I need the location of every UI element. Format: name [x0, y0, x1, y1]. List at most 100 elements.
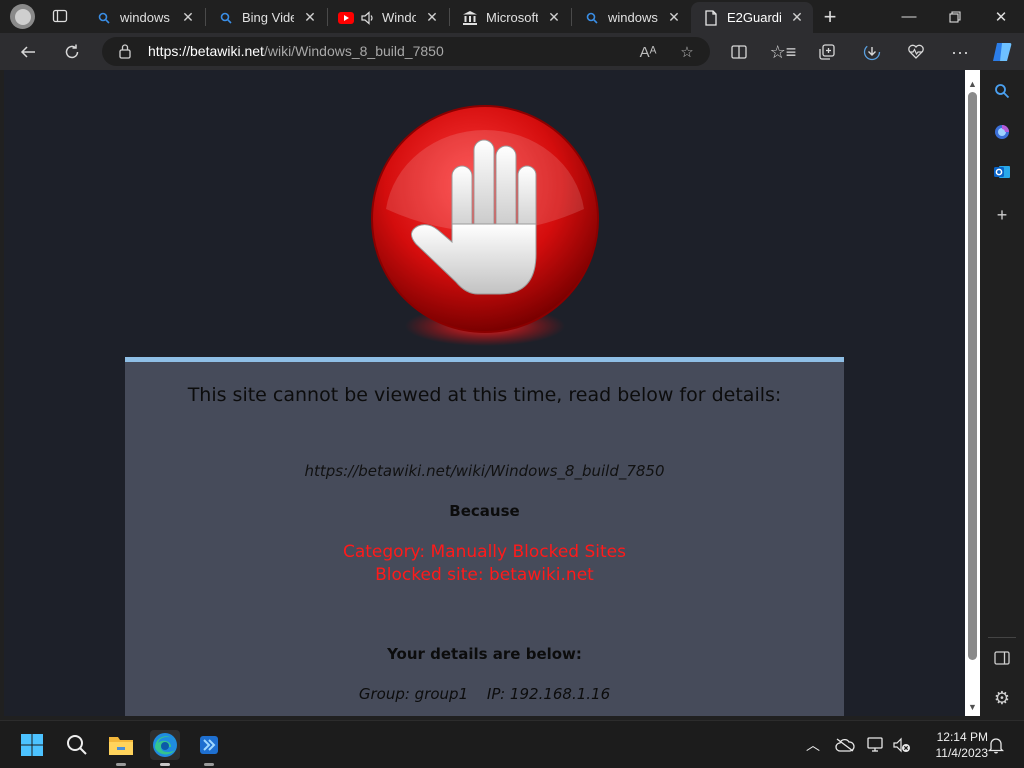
- windows-taskbar: ︿ 12:14 PM 11/4/2023: [0, 720, 1024, 768]
- tab-actions-button[interactable]: [46, 5, 74, 27]
- taskbar-search-button[interactable]: [62, 730, 92, 760]
- back-button[interactable]: [14, 38, 42, 66]
- sidebar-settings-button[interactable]: ⚙: [990, 686, 1014, 710]
- address-bar[interactable]: https://betawiki.net/wiki/Windows_8_buil…: [102, 37, 710, 66]
- split-screen-button[interactable]: [725, 38, 753, 66]
- tab-title: windows 8: [608, 10, 658, 25]
- favorite-star-icon[interactable]: ☆: [677, 42, 697, 62]
- favorites-icon: ☆≡: [769, 41, 797, 62]
- sidebar-copilot-button[interactable]: [990, 120, 1014, 144]
- settings-more-button[interactable]: ···: [946, 38, 974, 66]
- heartbeat-icon: [908, 44, 924, 59]
- close-icon: ✕: [994, 8, 1008, 26]
- more-dots-icon: ···: [951, 41, 969, 62]
- scroll-up-icon[interactable]: ▲: [967, 78, 978, 90]
- start-button[interactable]: [17, 730, 47, 760]
- notifications-button[interactable]: [986, 735, 1006, 755]
- tab-4[interactable]: Microsoft ✕: [450, 2, 570, 33]
- refresh-button[interactable]: [58, 38, 86, 66]
- tab-5[interactable]: windows 8 ✕: [572, 2, 690, 33]
- sidebar-outlook-button[interactable]: [990, 160, 1014, 184]
- scroll-down-icon[interactable]: ▼: [967, 701, 978, 713]
- tab-actions-icon: [52, 9, 68, 23]
- edge-icon: [153, 733, 177, 757]
- tab-title: windows 8: [120, 10, 172, 25]
- collections-button[interactable]: [813, 38, 841, 66]
- lock-icon[interactable]: [118, 43, 132, 64]
- minimize-button[interactable]: —: [886, 0, 932, 33]
- close-tab-icon[interactable]: ✕: [666, 9, 682, 26]
- details-group: Group: group1: [358, 685, 469, 703]
- tab-title: Bing Video: [242, 10, 294, 25]
- close-tab-icon[interactable]: ✕: [546, 9, 562, 26]
- user-details: Group: group1 IP: 192.168.1.16: [125, 685, 844, 703]
- page-scrollbar[interactable]: ▲ ▼: [965, 70, 980, 716]
- close-tab-icon[interactable]: ✕: [424, 9, 440, 26]
- new-tab-button[interactable]: +: [818, 4, 842, 29]
- close-tab-icon[interactable]: ✕: [302, 9, 318, 26]
- show-hidden-icons-button[interactable]: ︿: [803, 735, 823, 755]
- blocked-url: https://betawiki.net/wiki/Windows_8_buil…: [304, 462, 665, 480]
- plus-icon: +: [823, 4, 837, 29]
- read-aloud-icon[interactable]: Aᴬ: [638, 42, 658, 62]
- stop-hand-icon: [371, 105, 599, 346]
- bell-icon: [988, 738, 1004, 754]
- tab-2[interactable]: Bing Video ✕: [206, 2, 326, 33]
- block-notice-panel: This site cannot be viewed at this time,…: [125, 357, 844, 716]
- collections-icon: [819, 44, 835, 60]
- taskbar-edge[interactable]: [150, 730, 180, 766]
- split-screen-icon: [731, 45, 747, 59]
- volume-tray[interactable]: [892, 735, 912, 755]
- download-icon: [863, 43, 881, 61]
- bing-search-icon: [218, 10, 234, 26]
- volume-muted-icon: [893, 737, 910, 753]
- browser-toolbar: https://betawiki.net/wiki/Windows_8_buil…: [0, 33, 1024, 70]
- cloud-offline-icon: [835, 738, 855, 752]
- sidebar-toggle-icon: [994, 651, 1010, 665]
- sidebar-add-button[interactable]: +: [990, 203, 1014, 227]
- because-label: Because: [449, 502, 520, 520]
- close-window-button[interactable]: ✕: [978, 0, 1024, 33]
- browser-essentials-button[interactable]: [902, 38, 930, 66]
- tab-title: E2Guardia: [727, 10, 781, 25]
- taskbar-app[interactable]: [194, 730, 224, 766]
- refresh-icon: [65, 44, 79, 59]
- copilot-button[interactable]: [988, 38, 1016, 66]
- youtube-icon: [338, 10, 354, 26]
- edge-sidebar: + ⚙: [980, 70, 1024, 716]
- tab-title: Windo: [382, 10, 416, 25]
- sidebar-search-button[interactable]: [990, 79, 1014, 103]
- taskbar-clock[interactable]: 12:14 PM 11/4/2023: [918, 729, 989, 761]
- onedrive-tray[interactable]: [835, 735, 855, 755]
- scrollbar-thumb[interactable]: [968, 92, 977, 660]
- audio-playing-icon[interactable]: [360, 10, 376, 26]
- clock-time: 12:14 PM: [936, 730, 988, 744]
- blocked-site: Blocked site: betawiki.net: [375, 565, 594, 585]
- taskbar-file-explorer[interactable]: [106, 730, 136, 766]
- start-icon: [21, 734, 43, 756]
- network-tray[interactable]: [866, 735, 886, 755]
- tab-3[interactable]: Windo ✕: [328, 2, 448, 33]
- plus-icon: +: [996, 204, 1008, 225]
- tab-6-active[interactable]: E2Guardia ✕: [691, 2, 813, 33]
- tab-1[interactable]: windows 8 ✕: [84, 2, 204, 33]
- copilot-sidebar-icon: [995, 125, 1009, 139]
- address-url: https://betawiki.net/wiki/Windows_8_buil…: [148, 43, 444, 59]
- copilot-icon: [993, 43, 1012, 61]
- search-icon: [67, 735, 87, 755]
- bing-search-icon: [96, 10, 112, 26]
- close-tab-icon[interactable]: ✕: [180, 9, 196, 26]
- downloads-button[interactable]: [858, 38, 886, 66]
- hide-sidebar-button[interactable]: [990, 646, 1014, 670]
- page-icon: [703, 9, 719, 26]
- restore-button[interactable]: [932, 0, 978, 33]
- favorites-button[interactable]: ☆≡: [769, 38, 797, 66]
- profile-avatar-button[interactable]: [10, 4, 35, 29]
- block-reason: Category: Manually Blocked Sites Blocked…: [125, 541, 844, 587]
- back-arrow-icon: [20, 46, 35, 58]
- close-tab-icon[interactable]: ✕: [789, 9, 805, 26]
- url-host: https://betawiki.net: [148, 43, 264, 59]
- sidebar-divider: [988, 637, 1016, 638]
- chevron-up-icon: ︿: [806, 737, 820, 753]
- details-heading: Your details are below:: [387, 645, 582, 663]
